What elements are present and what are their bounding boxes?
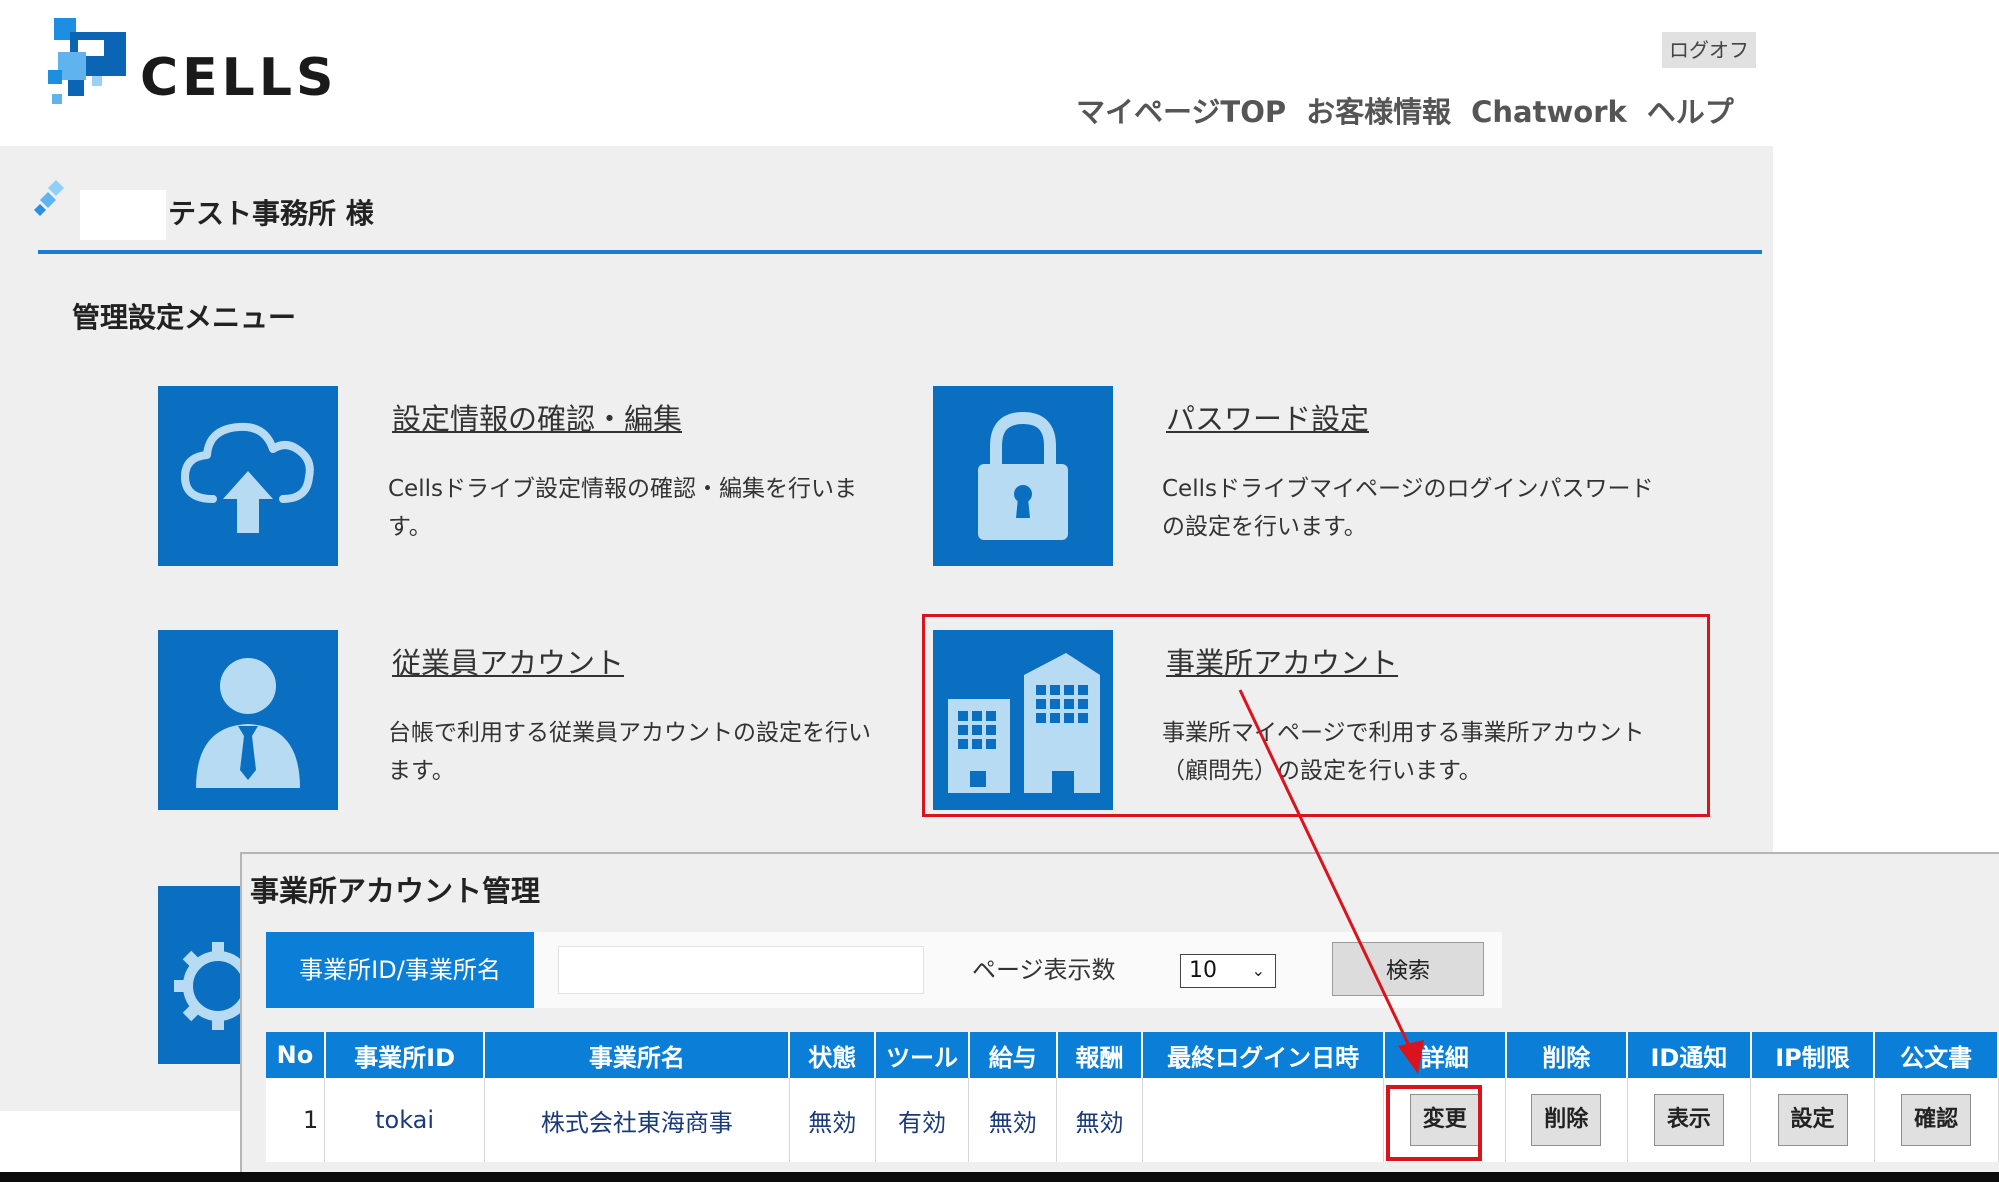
row-status: 無効 — [789, 1078, 876, 1162]
col-office-id: 事業所ID — [324, 1032, 486, 1078]
row-salary: 無効 — [968, 1078, 1058, 1162]
col-no: No — [266, 1032, 326, 1078]
page-count-label: ページ表示数 — [972, 956, 1116, 984]
nav-chatwork[interactable]: Chatwork — [1471, 88, 1627, 138]
search-button[interactable]: 検索 — [1332, 942, 1484, 996]
row-office-name: 株式会社東海商事 — [484, 1078, 790, 1162]
col-ip-limit: IP制限 — [1750, 1032, 1876, 1078]
nav-mypage-top[interactable]: マイページTOP — [1076, 88, 1286, 138]
row-ip-cell: 設定 — [1750, 1078, 1875, 1162]
employee-account-tile[interactable] — [158, 630, 338, 810]
cells-logo: CELLS — [48, 18, 338, 108]
password-desc: Cellsドライブマイページのログインパスワードの設定を行います。 — [1162, 476, 1654, 540]
settings-info-link[interactable]: 設定情報の確認・編集 — [392, 396, 682, 438]
col-fee: 報酬 — [1056, 1032, 1144, 1078]
cloud-upload-icon — [181, 422, 314, 533]
employee-account-link[interactable]: 従業員アカウント — [392, 640, 624, 682]
password-tile[interactable] — [933, 386, 1113, 566]
nav-customer-info[interactable]: お客様情報 — [1306, 88, 1451, 138]
col-last-login: 最終ログイン日時 — [1142, 1032, 1385, 1078]
logo-wordmark: CELLS — [140, 48, 338, 108]
ip-setting-button[interactable]: 設定 — [1777, 1094, 1848, 1146]
col-official-doc: 公文書 — [1874, 1032, 1999, 1078]
delete-button[interactable]: 削除 — [1531, 1094, 1602, 1146]
row-no: 1 — [266, 1078, 326, 1162]
col-id-notice: ID通知 — [1627, 1032, 1752, 1078]
diamond-decoration-icon — [34, 180, 64, 216]
col-delete: 削除 — [1505, 1032, 1629, 1078]
cells-logo-mark-icon — [48, 18, 126, 104]
user-avatar-placeholder — [80, 190, 166, 240]
settings-info-desc: Cellsドライブ設定情報の確認・編集を行います。 — [388, 476, 857, 540]
row-office-id: tokai — [324, 1078, 485, 1162]
person-icon — [196, 658, 300, 788]
row-fee: 無効 — [1056, 1078, 1143, 1162]
lock-icon — [978, 411, 1068, 540]
logoff-button[interactable]: ログオフ — [1662, 32, 1756, 68]
office-search-input[interactable] — [558, 946, 924, 994]
col-tool: ツール — [875, 1032, 970, 1078]
search-label: 事業所ID/事業所名 — [266, 932, 534, 1008]
confirm-doc-button[interactable]: 確認 — [1901, 1094, 1972, 1146]
col-salary: 給与 — [968, 1032, 1058, 1078]
col-detail: 詳細 — [1383, 1032, 1507, 1078]
table-header-row: No 事業所ID 事業所名 状態 ツール 給与 報酬 最終ログイン日時 詳細 削… — [266, 1032, 1999, 1078]
row-last-login — [1142, 1078, 1385, 1162]
row-doc-cell: 確認 — [1874, 1078, 1999, 1162]
page-count-select[interactable]: 10 ⌄ — [1180, 954, 1276, 988]
office-account-management-screen: 事業所アカウント管理 事業所ID/事業所名 ページ表示数 10 ⌄ 検索 No … — [240, 852, 1999, 1182]
row-id-notice-cell: 表示 — [1627, 1078, 1752, 1162]
menu-heading: 管理設定メニュー — [72, 301, 297, 334]
office-name-title: テスト事務所 様 — [168, 197, 374, 230]
col-status: 状態 — [789, 1032, 877, 1078]
show-id-button[interactable]: 表示 — [1653, 1094, 1724, 1146]
change-button-highlight — [1386, 1085, 1482, 1161]
settings-info-tile[interactable] — [158, 386, 338, 566]
password-link[interactable]: パスワード設定 — [1166, 396, 1369, 438]
office-accounts-table: No 事業所ID 事業所名 状態 ツール 給与 報酬 最終ログイン日時 詳細 削… — [266, 1032, 1999, 1162]
nav-help[interactable]: ヘルプ — [1647, 88, 1734, 138]
row-delete-cell: 削除 — [1505, 1078, 1628, 1162]
top-nav: マイページTOP お客様情報 Chatwork ヘルプ — [1076, 88, 1734, 138]
sub-screen-title: 事業所アカウント管理 — [250, 874, 541, 908]
chevron-down-icon: ⌄ — [1251, 961, 1265, 980]
title-divider — [38, 250, 1762, 254]
col-office-name: 事業所名 — [484, 1032, 791, 1078]
employee-account-desc: 台帳で利用する従業員アカウントの設定を行います。 — [388, 720, 871, 784]
search-row: 事業所ID/事業所名 ページ表示数 10 ⌄ 検索 — [266, 932, 1502, 1008]
bottom-edge — [0, 1172, 1999, 1182]
page-count-value: 10 — [1189, 958, 1217, 983]
table-row: 1 tokai 株式会社東海商事 無効 有効 無効 無効 変更 削除 表示 設定… — [266, 1078, 1999, 1162]
row-tool: 有効 — [875, 1078, 970, 1162]
office-account-highlight — [922, 614, 1710, 817]
